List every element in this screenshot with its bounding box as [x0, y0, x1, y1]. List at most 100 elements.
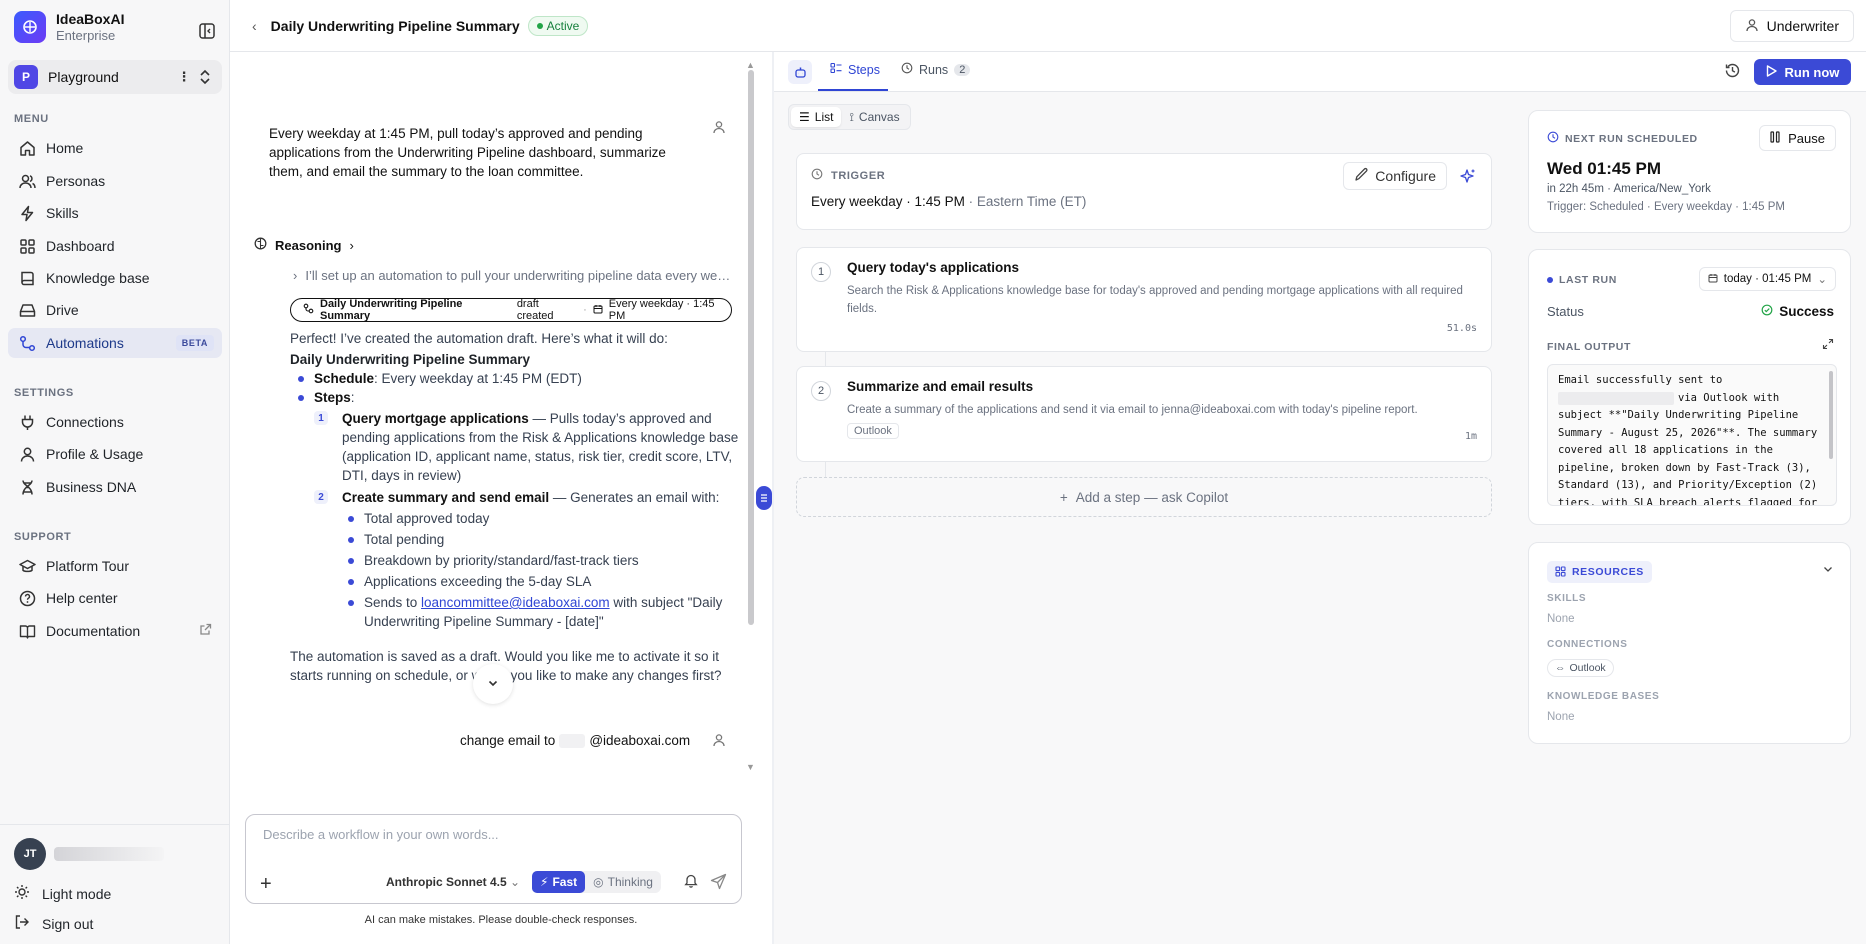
trigger-label-row: TRIGGER: [811, 168, 885, 183]
clock-icon: [1547, 131, 1559, 146]
workspace-switcher[interactable]: P Playground ⋮: [8, 60, 222, 94]
sidebar-item-label: Platform Tour: [46, 558, 129, 574]
list-item: 1 Query mortgage applications — Pulls tod…: [290, 409, 740, 485]
output-line: subject **"Daily Underwriting Pipeline: [1558, 409, 1799, 421]
add-attachment-icon[interactable]: +: [260, 873, 272, 896]
calendar-icon: [1708, 273, 1718, 286]
sends-prefix: Sends to: [364, 595, 422, 610]
sidebar-item-dashboard[interactable]: Dashboard: [8, 231, 222, 261]
sidebar-item-help-center[interactable]: Help center: [8, 583, 222, 613]
trigger-card[interactable]: TRIGGER Every weekday · 1:45 PM · Easter…: [796, 153, 1492, 230]
calendar-icon: [593, 304, 603, 317]
pause-button[interactable]: Pause: [1759, 125, 1836, 151]
final-output-box[interactable]: Email successfully sent to via Outlook w…: [1547, 364, 1837, 506]
back-chevron-icon[interactable]: ‹: [252, 18, 257, 34]
sidebar-item-personas[interactable]: Personas: [8, 166, 222, 196]
panel-splitter[interactable]: [772, 52, 774, 944]
chat-composer[interactable]: Describe a workflow in your own words...…: [245, 814, 742, 904]
sidebar-item-automations[interactable]: Automations BETA: [8, 328, 222, 358]
configure-button[interactable]: Configure: [1343, 162, 1447, 190]
sidebar-item-connections[interactable]: Connections: [8, 407, 222, 437]
step-card[interactable]: 2 Summarize and email results Create a s…: [796, 366, 1492, 462]
resources-header[interactable]: RESOURCES: [1547, 561, 1652, 583]
tab-steps[interactable]: Steps: [830, 62, 880, 77]
sidebar-item-skills[interactable]: Skills: [8, 198, 222, 228]
view-canvas-button[interactable]: ⟟ Canvas: [841, 107, 907, 127]
sidebar-item-platform-tour[interactable]: Platform Tour: [8, 551, 222, 581]
brand[interactable]: IdeaBoxAI Enterprise: [14, 10, 124, 44]
sidebar-item-profile-usage[interactable]: Profile & Usage: [8, 439, 222, 469]
sidebar-item-business-dna[interactable]: Business DNA: [8, 472, 222, 502]
canvas-icon: ⟟: [849, 109, 854, 124]
sidebar-item-knowledge-base[interactable]: Knowledge base: [8, 263, 222, 293]
resize-handle-icon[interactable]: [756, 486, 772, 510]
grid-icon: [1555, 565, 1566, 580]
run-selector[interactable]: today · 01:45 PM ⌄: [1698, 267, 1836, 291]
role-button[interactable]: Underwriter: [1729, 10, 1854, 42]
automation-draft-pill[interactable]: Daily Underwriting Pipeline Summary draf…: [290, 298, 732, 322]
scroll-to-bottom-button[interactable]: [473, 664, 513, 704]
output-scrollbar[interactable]: [1829, 371, 1833, 459]
add-step-button[interactable]: + Add a step — ask Copilot: [796, 477, 1492, 517]
zap-icon: ⚡: [540, 875, 549, 889]
email-link[interactable]: loancommittee@ideaboxai.com: [421, 595, 610, 610]
user-message-avatar-icon: [712, 120, 726, 134]
scroll-up-icon[interactable]: ▲: [746, 60, 755, 70]
model-selector[interactable]: Anthropic Sonnet 4.5 ⌄: [386, 875, 520, 889]
sidebar-item-label: Drive: [46, 302, 79, 318]
model-name: Anthropic Sonnet 4.5: [386, 875, 507, 889]
skills-label: SKILLS: [1547, 593, 1587, 604]
chat-input[interactable]: Describe a workflow in your own words...: [263, 827, 499, 842]
user-profile[interactable]: JT: [14, 838, 164, 870]
history-icon: [901, 62, 913, 77]
run-now-button[interactable]: Run now: [1754, 59, 1851, 85]
last-run-label-row: LAST RUN: [1547, 274, 1617, 286]
list-icon: ☰: [799, 110, 810, 124]
sparkles-icon[interactable]: [1453, 162, 1481, 190]
more-vertical-icon[interactable]: ⋮: [174, 69, 194, 85]
configure-label: Configure: [1375, 168, 1436, 184]
chevron-down-icon[interactable]: [1822, 563, 1834, 578]
drive-icon: [18, 301, 36, 319]
user-icon: [1745, 18, 1759, 35]
light-mode-toggle[interactable]: Light mode: [14, 884, 111, 903]
output-line: pipeline, broken down by Fast-Track (3),: [1558, 461, 1811, 474]
view-toggle[interactable]: ☰ List ⟟ Canvas: [788, 104, 911, 130]
tab-runs[interactable]: Runs 2: [901, 62, 971, 77]
bot-icon[interactable]: [788, 60, 812, 84]
step-card[interactable]: 1 Query today's applications Search the …: [796, 247, 1492, 352]
chat-scrollbar[interactable]: [748, 70, 754, 625]
sign-out-button[interactable]: Sign out: [14, 914, 93, 933]
expand-icon[interactable]: [1822, 338, 1834, 353]
reasoning-item[interactable]: › I’ll set up an automation to pull your …: [293, 268, 733, 283]
play-icon: [1766, 64, 1777, 80]
light-mode-label: Light mode: [42, 885, 112, 902]
view-list-label: List: [814, 110, 834, 124]
run-status: Success: [1761, 304, 1834, 319]
reasoning-toggle[interactable]: Reasoning ›: [254, 237, 354, 253]
resources-label: RESOURCES: [1572, 566, 1644, 578]
beta-badge: BETA: [175, 335, 214, 351]
tab-label: Steps: [848, 62, 880, 77]
sidebar-item-home[interactable]: Home: [8, 133, 222, 163]
scroll-down-arrow-icon[interactable]: ▼: [746, 762, 755, 772]
mode-thinking-button[interactable]: ◎ Thinking: [585, 871, 661, 893]
step-text: — Generates an email with:: [549, 490, 720, 505]
assistant-message: Perfect! I’ve created the automation dra…: [290, 329, 740, 685]
history-icon[interactable]: [1724, 62, 1741, 82]
page-title: Daily Underwriting Pipeline Summary: [270, 17, 520, 34]
mode-toggle[interactable]: ⚡ Fast ◎ Thinking: [532, 871, 661, 893]
run-now-label: Run now: [1784, 64, 1840, 80]
mode-fast-button[interactable]: ⚡ Fast: [532, 871, 586, 893]
bell-icon[interactable]: [684, 873, 698, 891]
sidebar-item-label: Dashboard: [46, 238, 115, 254]
collapse-sidebar-icon[interactable]: [198, 22, 216, 40]
mode-thinking-label: Thinking: [607, 875, 653, 889]
step-title: Summarize and email results: [847, 379, 1034, 394]
redacted-text: [559, 733, 586, 748]
sidebar-item-documentation[interactable]: Documentation: [8, 616, 222, 646]
sidebar-item-drive[interactable]: Drive: [8, 295, 222, 325]
view-list-button[interactable]: ☰ List: [791, 107, 842, 127]
chevrons-up-down-icon[interactable]: [194, 69, 216, 85]
send-icon[interactable]: [710, 873, 727, 893]
